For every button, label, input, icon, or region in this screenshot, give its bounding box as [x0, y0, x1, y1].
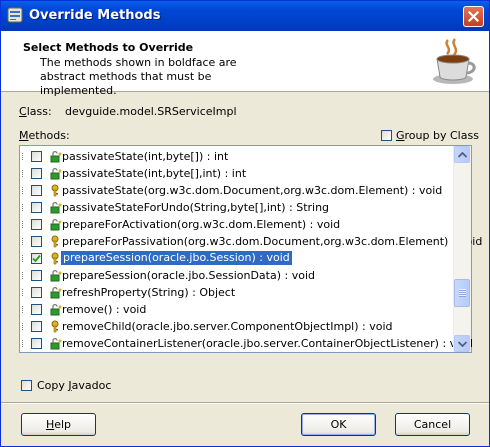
unlocked-method-icon — [50, 167, 62, 180]
tree-handle — [22, 187, 25, 194]
window-app-icon — [7, 7, 23, 23]
class-label: Class: — [19, 105, 52, 118]
method-checkbox[interactable] — [31, 304, 42, 315]
method-row[interactable]: refreshProperty(String) : Object — [20, 284, 454, 301]
method-row[interactable]: prepareForPassivation(org.w3c.dom.Docume… — [20, 233, 482, 250]
ok-button[interactable]: OK — [301, 413, 376, 436]
close-button[interactable] — [463, 6, 484, 27]
method-checkbox[interactable] — [31, 236, 42, 247]
method-checkbox[interactable] — [31, 321, 42, 332]
separator — [1, 402, 489, 404]
method-row[interactable]: remove() : void — [20, 301, 454, 318]
tree-handle — [22, 204, 25, 211]
check-icon — [32, 254, 41, 263]
tree-handle — [22, 221, 25, 228]
method-label: prepareSession(oracle.jbo.SessionData) :… — [62, 269, 315, 282]
method-row[interactable]: passivateState(int,byte[]) : int — [20, 148, 454, 165]
unlocked-method-icon — [50, 218, 62, 231]
copy-javadoc-label: Copy Javadoc — [37, 379, 112, 392]
key-method-icon — [50, 184, 62, 197]
unlocked-method-icon — [50, 150, 62, 163]
header-title: Select Methods to Override — [23, 41, 194, 54]
group-by-class-box[interactable] — [381, 130, 392, 141]
method-checkbox[interactable] — [31, 253, 42, 264]
unlocked-method-icon — [50, 201, 62, 214]
scroll-up-button[interactable] — [454, 146, 470, 163]
unlocked-method-icon — [50, 303, 62, 316]
method-checkbox[interactable] — [31, 338, 42, 349]
key-method-icon — [50, 235, 62, 248]
tree-handle — [22, 272, 25, 279]
method-row[interactable]: prepareForActivation(org.w3c.dom.Element… — [20, 216, 454, 233]
method-checkbox[interactable] — [31, 151, 42, 162]
method-checkbox[interactable] — [31, 185, 42, 196]
unlocked-method-icon — [50, 286, 62, 299]
method-label: remove() : void — [62, 303, 147, 316]
class-value: devguide.model.SRServiceImpl — [65, 105, 237, 118]
cancel-button[interactable]: Cancel — [395, 413, 470, 436]
arrow-down-icon — [458, 341, 467, 347]
coffee-cup-icon — [433, 38, 476, 84]
tree-handle — [22, 289, 25, 296]
tree-handle — [22, 170, 25, 177]
override-methods-dialog: Override Methods Select Methods to Overr… — [0, 0, 490, 447]
methods-list[interactable]: passivateState(int,byte[]) : int passivat… — [19, 145, 482, 353]
scroll-thumb[interactable] — [454, 279, 470, 307]
tree-handle — [22, 306, 25, 313]
method-row[interactable]: removeChild(oracle.jbo.server.ComponentO… — [20, 318, 454, 335]
method-checkbox[interactable] — [31, 202, 42, 213]
tree-handle — [22, 238, 25, 245]
method-label: prepareForActivation(org.w3c.dom.Element… — [62, 218, 341, 231]
group-by-class-checkbox[interactable]: Group by Class — [381, 129, 479, 142]
unlocked-method-icon — [50, 269, 62, 282]
group-by-class-label: Group by Class — [396, 129, 479, 142]
unlocked-method-icon — [50, 337, 62, 350]
method-row[interactable]: passivateStateForUndo(String,byte[],int)… — [20, 199, 454, 216]
method-row[interactable]: prepareSession(oracle.jbo.Session) : voi… — [20, 250, 454, 267]
method-checkbox[interactable] — [31, 270, 42, 281]
method-checkbox[interactable] — [31, 287, 42, 298]
scroll-grip — [459, 289, 466, 297]
arrow-up-icon — [458, 152, 467, 158]
method-label: prepareSession(oracle.jbo.Session) : voi… — [60, 250, 293, 266]
method-row[interactable]: removeContainerListener(oracle.jbo.serve… — [20, 335, 473, 352]
methods-label: Methods: — [19, 129, 70, 142]
method-label: passivateState(org.w3c.dom.Document,org.… — [62, 184, 443, 197]
method-row[interactable]: passivateState(int,byte[],int) : int — [20, 165, 454, 182]
method-label: passivateState(int,byte[],int) : int — [62, 167, 247, 180]
title-bar[interactable]: Override Methods — [1, 1, 489, 31]
help-button[interactable]: Help — [21, 413, 96, 436]
tree-handle — [22, 323, 25, 330]
method-checkbox[interactable] — [31, 219, 42, 230]
scroll-down-button[interactable] — [454, 335, 470, 352]
copy-javadoc-box[interactable] — [21, 380, 32, 391]
method-row[interactable]: prepareSession(oracle.jbo.SessionData) :… — [20, 267, 454, 284]
close-icon — [468, 11, 479, 22]
window-title: Override Methods — [29, 8, 161, 23]
header-description: The methods shown in boldface are abstra… — [40, 56, 237, 97]
method-label: removeContainerListener(oracle.jbo.serve… — [62, 337, 473, 350]
header-panel: Select Methods to Override The methods s… — [1, 31, 489, 97]
copy-javadoc-checkbox[interactable]: Copy Javadoc — [21, 379, 111, 392]
method-label: refreshProperty(String) : Object — [62, 286, 236, 299]
method-checkbox[interactable] — [31, 168, 42, 179]
method-label: removeChild(oracle.jbo.server.ComponentO… — [62, 320, 393, 333]
method-label: passivateState(int,byte[]) : int — [62, 150, 229, 163]
vertical-scrollbar[interactable] — [453, 146, 471, 352]
method-label: passivateStateForUndo(String,byte[],int)… — [62, 201, 330, 214]
tree-handle — [22, 340, 25, 347]
method-label: prepareForPassivation(org.w3c.dom.Docume… — [62, 235, 483, 248]
key-method-icon — [50, 320, 62, 333]
tree-handle — [22, 153, 25, 160]
method-row[interactable]: passivateState(org.w3c.dom.Document,org.… — [20, 182, 454, 199]
tree-handle — [22, 255, 25, 262]
